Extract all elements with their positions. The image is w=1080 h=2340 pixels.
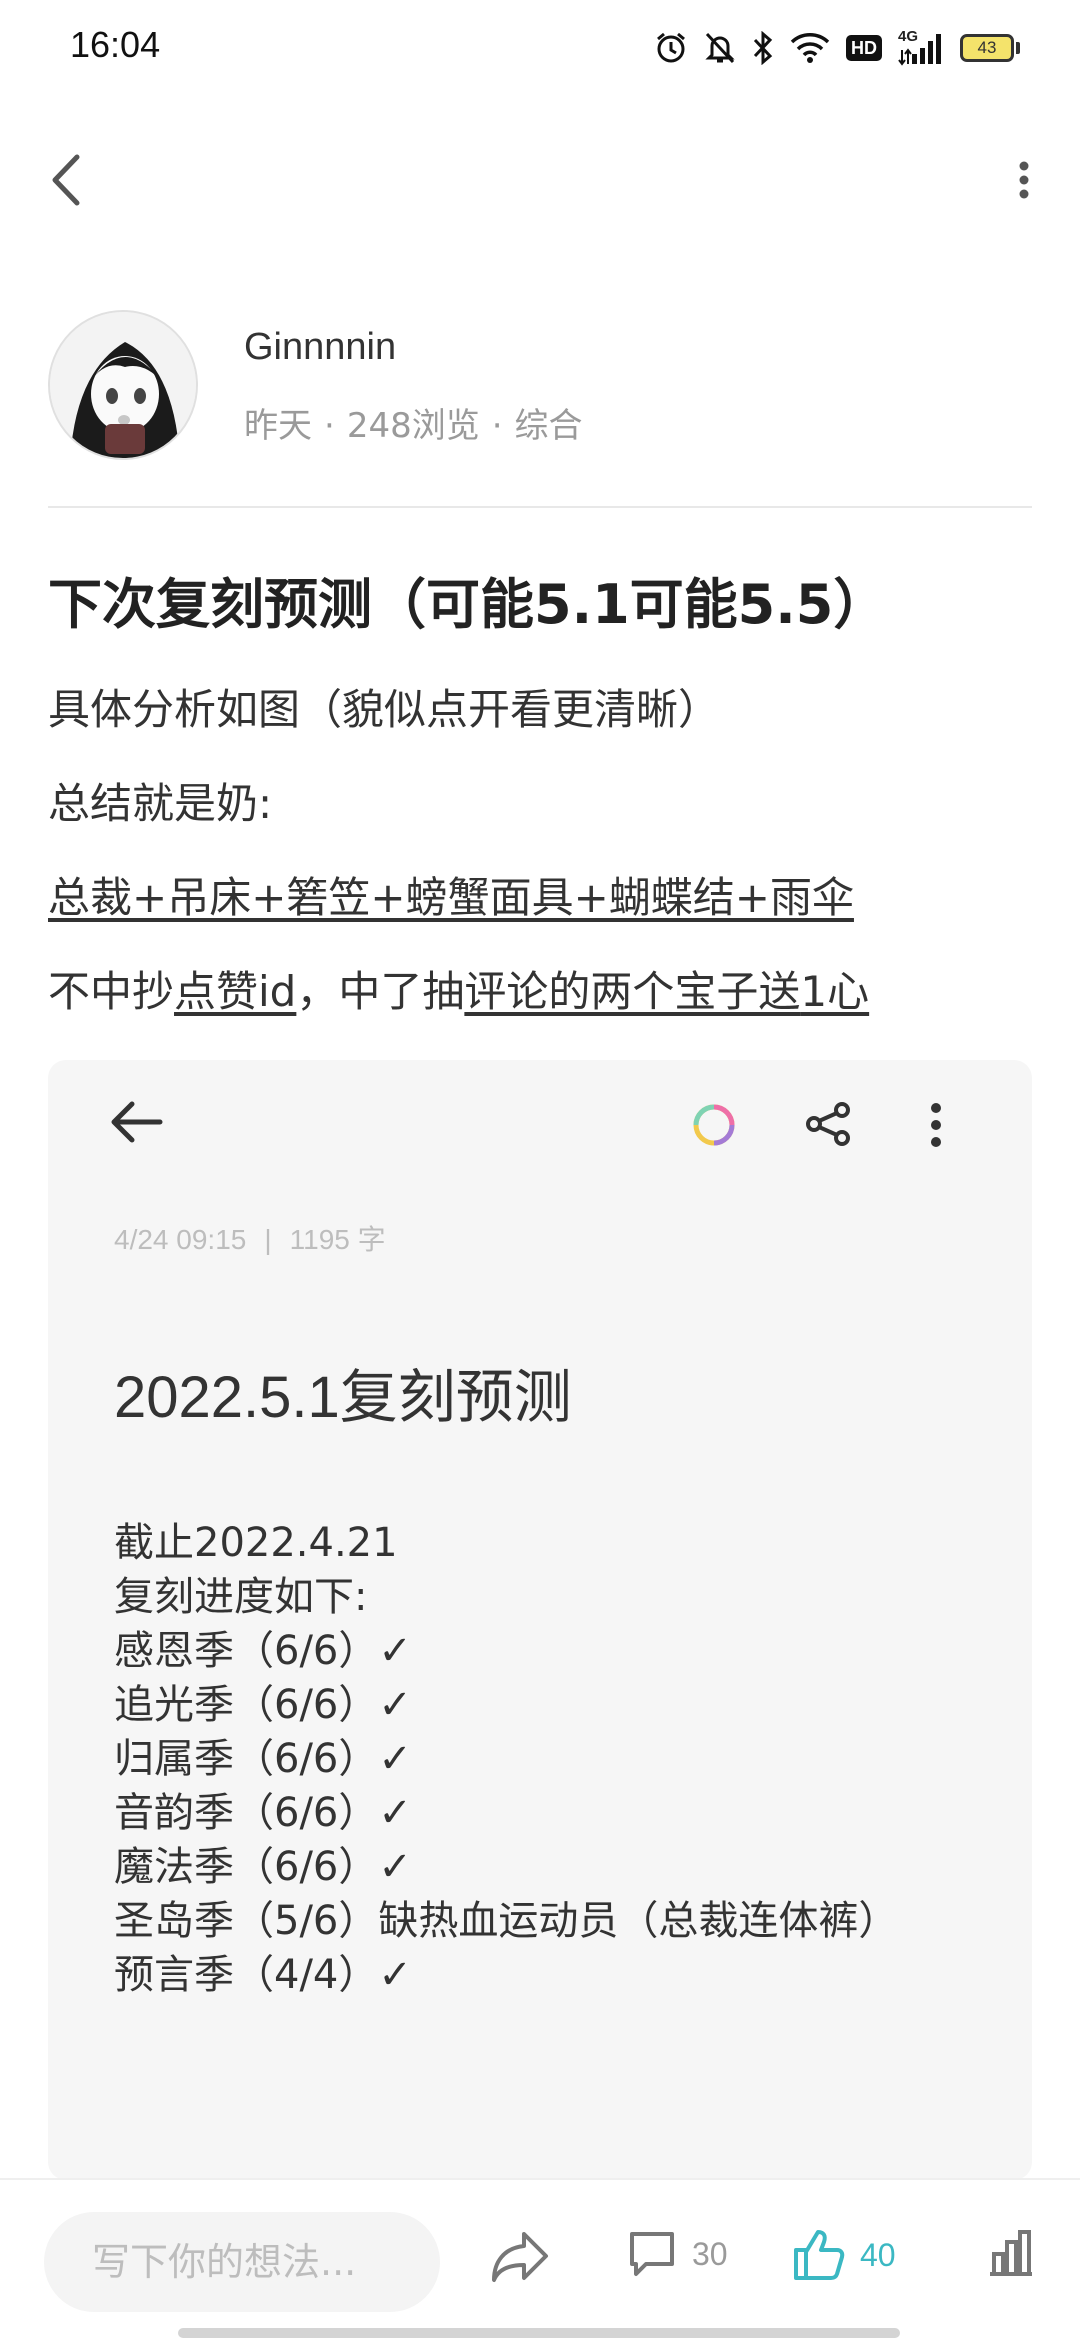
signal-icon: 4G xyxy=(898,28,944,66)
forward-icon xyxy=(492,2232,548,2282)
home-indicator[interactable] xyxy=(178,2328,900,2338)
comment-link[interactable]: 评论的两个宝子送 xyxy=(464,967,800,1016)
comment-input[interactable] xyxy=(44,2212,440,2312)
post-title: 下次复刻预测（可能5.1可能5.5） xyxy=(48,573,888,636)
bluetooth-icon xyxy=(752,31,774,65)
note-line: 追光季（6/6）✓ xyxy=(114,1682,412,1728)
status-bar: 16:04 HD 4G 43 xyxy=(0,0,1080,96)
share-button[interactable] xyxy=(490,2228,550,2284)
note-line: 复刻进度如下: xyxy=(114,1574,368,1620)
like-count: 40 xyxy=(860,2236,896,2273)
comment-button[interactable]: 30 xyxy=(626,2228,728,2280)
post-category[interactable]: 综合 xyxy=(515,406,583,446)
post-text-line: 总结就是奶: xyxy=(48,779,273,828)
bar-chart-icon xyxy=(990,2230,1032,2276)
more-vertical-icon xyxy=(931,1103,941,1147)
comment-count: 30 xyxy=(692,2235,728,2272)
alarm-icon xyxy=(654,31,688,65)
note-line: 归属季（6/6）✓ xyxy=(114,1736,412,1782)
post-text-line: 具体分析如图（貌似点开看更清晰） xyxy=(48,685,721,734)
back-button[interactable] xyxy=(40,146,92,214)
color-ring-icon xyxy=(693,1104,735,1146)
author-name[interactable]: Ginnnnin xyxy=(244,326,396,369)
avatar[interactable] xyxy=(48,310,198,460)
mute-bell-icon xyxy=(704,31,736,65)
note-line: 预言季（4/4）✓ xyxy=(114,1952,412,1998)
bottom-action-bar: 30 40 xyxy=(0,2178,1080,2340)
note-line: 音韵季（6/6）✓ xyxy=(114,1790,412,1836)
wifi-icon xyxy=(790,32,830,64)
post-image[interactable]: 4/24 09:15 | 1195 字 2022.5.1复刻预测 截止2022.4.… xyxy=(48,1060,1032,2180)
note-line: 截止2022.4.21 xyxy=(114,1520,398,1566)
chevron-left-icon xyxy=(52,154,80,206)
note-line: 感恩季（6/6）✓ xyxy=(114,1628,412,1674)
ranking-button[interactable] xyxy=(986,2228,1036,2278)
status-icons: HD 4G 43 xyxy=(654,28,1020,68)
status-time: 16:04 xyxy=(70,24,161,65)
note-line: 魔法季（6/6）✓ xyxy=(114,1844,412,1890)
note-title: 2022.5.1复刻预测 xyxy=(114,1365,572,1430)
hd-badge: HD xyxy=(846,35,882,61)
post-text-line: 不中抄点赞id，中了抽评论的两个宝子送1心 xyxy=(48,967,870,1016)
note-line: 圣岛季（5/6）缺热血运动员（总裁连体裤） xyxy=(114,1898,899,1944)
post-text-link[interactable]: 总裁+吊床+箬笠+螃蟹面具+蝴蝶结+雨伞 xyxy=(48,864,854,925)
divider xyxy=(48,506,1032,508)
battery-icon: 43 xyxy=(960,34,1020,62)
author-meta: 昨天 · 248浏览 · 综合 xyxy=(244,406,583,446)
like-id-link[interactable]: 点赞id xyxy=(174,967,296,1016)
like-button[interactable]: 40 xyxy=(792,2228,896,2282)
more-options-button[interactable] xyxy=(1004,150,1044,210)
more-vertical-icon xyxy=(1019,161,1029,199)
share-icon xyxy=(806,1102,850,1146)
view-count: 248浏览 xyxy=(346,406,480,446)
comment-icon xyxy=(630,2232,674,2276)
note-meta: 4/24 09:15 | 1195 字 xyxy=(114,1224,386,1255)
post-time: 昨天 xyxy=(244,406,312,446)
thumbs-up-icon xyxy=(794,2230,845,2280)
arrow-left-icon xyxy=(111,1101,163,1143)
